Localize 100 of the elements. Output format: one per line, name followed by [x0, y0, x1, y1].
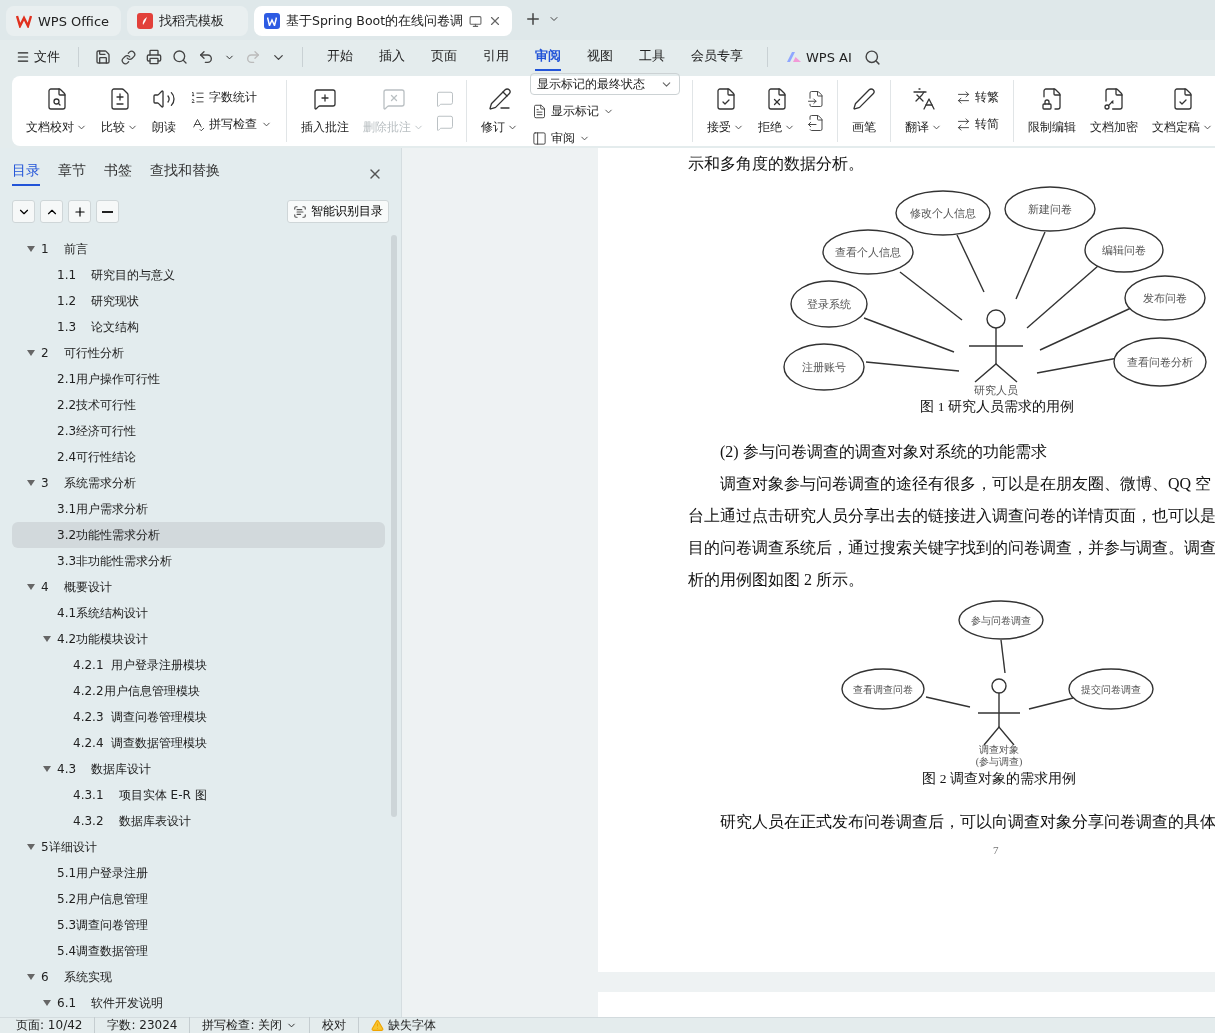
toc-item[interactable]: 3.2功能性需求分析: [12, 522, 385, 548]
ribbon-tab[interactable]: 插入: [379, 43, 405, 71]
print-icon[interactable]: [146, 49, 162, 65]
panel-tab[interactable]: 查找和替换: [150, 162, 220, 186]
toc-item[interactable]: 4.2.4 调查数据管理模块: [12, 730, 385, 756]
monitor-icon[interactable]: [469, 14, 483, 28]
ribbon-button[interactable]: 审阅: [530, 128, 680, 149]
toc-item[interactable]: 4.2.3 调查问卷管理模块: [12, 704, 385, 730]
ribbon-tab[interactable]: 审阅: [535, 43, 561, 71]
toc-item[interactable]: 1.2 研究现状: [12, 288, 385, 314]
ribbon-button[interactable]: 比较: [95, 84, 144, 138]
ribbon-tab[interactable]: 会员专享: [691, 43, 743, 71]
spell-check-status[interactable]: 拼写检查: 关闭: [202, 1017, 311, 1033]
body-text: 析的用例图如图 2 所示。: [688, 570, 864, 590]
toc-item[interactable]: 2.3经济可行性: [12, 418, 385, 444]
expand-triangle-icon[interactable]: [42, 998, 52, 1008]
app-tab[interactable]: 基于Spring Boot的在线问卷调: [254, 6, 513, 36]
toc-item[interactable]: 3.3非功能性需求分析: [12, 548, 385, 574]
expand-triangle-icon[interactable]: [26, 582, 36, 592]
expand-triangle-icon[interactable]: [26, 244, 36, 254]
ribbon-tab[interactable]: 工具: [639, 43, 665, 71]
menu-icon: [16, 50, 30, 64]
toc-item[interactable]: 5.2用户信息管理: [12, 886, 385, 912]
panel-tab[interactable]: 章节: [58, 162, 86, 186]
ribbon-button[interactable]: 限制编辑: [1022, 84, 1082, 138]
panel-tab[interactable]: 书签: [104, 162, 132, 186]
undo-icon[interactable]: [198, 49, 214, 65]
toc-item[interactable]: 4.1系统结构设计: [12, 600, 385, 626]
ribbon-button[interactable]: 文档加密: [1084, 84, 1144, 138]
ribbon-button[interactable]: 朗读: [146, 84, 182, 138]
toc-item[interactable]: 4.2.2用户信息管理模块: [12, 678, 385, 704]
toc-item[interactable]: 3 系统需求分析: [12, 470, 385, 496]
ribbon-button[interactable]: 插入批注: [295, 84, 355, 138]
proofread-status[interactable]: 校对: [322, 1017, 360, 1033]
expand-triangle-icon[interactable]: [42, 634, 52, 644]
actor-label: 研究人员: [974, 384, 1018, 396]
toc-item[interactable]: 2 可行性分析: [12, 340, 385, 366]
expand-triangle-icon[interactable]: [26, 348, 36, 358]
toc-item[interactable]: 2.4可行性结论: [12, 444, 385, 470]
smart-toc-button[interactable]: 智能识别目录: [287, 200, 389, 223]
toc-item[interactable]: 1.1 研究目的与意义: [12, 262, 385, 288]
toc-item[interactable]: 3.1用户需求分析: [12, 496, 385, 522]
app-tab[interactable]: WPS Office: [6, 6, 121, 36]
toc-item[interactable]: 6 系统实现: [12, 964, 385, 990]
figure-caption: 图 2 调查对象的需求用例: [922, 770, 1076, 788]
toc-item[interactable]: 4.3.2 数据库表设计: [12, 808, 385, 834]
toc-item[interactable]: 4.2功能模块设计: [12, 626, 385, 652]
ribbon-tab[interactable]: 页面: [431, 43, 457, 71]
ribbon-button[interactable]: 翻译: [899, 84, 948, 138]
ai-button[interactable]: WPS AI: [784, 47, 854, 67]
use-case: 查看问卷分析: [1113, 337, 1207, 387]
use-case: 参与问卷调查: [958, 600, 1044, 640]
collapse-button[interactable]: [12, 200, 35, 223]
file-menu[interactable]: 文件: [14, 46, 62, 68]
search-icon[interactable]: [863, 48, 881, 66]
toc-item[interactable]: 4 概要设计: [12, 574, 385, 600]
toc-item[interactable]: 1 前言: [12, 236, 385, 262]
toc-item[interactable]: 6.1 软件开发说明: [12, 990, 385, 1016]
ribbon-button[interactable]: 拒绝: [752, 84, 801, 138]
toc-item[interactable]: 4.3.1 项目实体 E-R 图: [12, 782, 385, 808]
ribbon-button[interactable]: 字数统计: [188, 87, 274, 108]
ribbon-button[interactable]: 文档定稿: [1146, 84, 1215, 138]
missing-font-status[interactable]: 缺失字体: [371, 1017, 449, 1033]
add-button[interactable]: [68, 200, 91, 223]
toc-item[interactable]: 4.2.1 用户登录注册模块: [12, 652, 385, 678]
pencil-icon: [487, 86, 512, 111]
toc-item[interactable]: 2.2技术可行性: [12, 392, 385, 418]
expand-triangle-icon[interactable]: [26, 842, 36, 852]
toc-item[interactable]: 5.1用户登录注册: [12, 860, 385, 886]
ribbon-tab[interactable]: 开始: [327, 43, 353, 71]
ribbon-button[interactable]: 拼写检查: [188, 114, 274, 135]
link-icon[interactable]: [121, 49, 136, 65]
expand-triangle-icon[interactable]: [42, 764, 52, 774]
expand-triangle-icon[interactable]: [26, 972, 36, 982]
ribbon-button[interactable]: 画笔: [846, 84, 882, 138]
file-arrow-icon[interactable]: [807, 114, 825, 132]
expand-button[interactable]: [40, 200, 63, 223]
preview-icon[interactable]: [172, 49, 188, 65]
ribbon-button[interactable]: 文档校对: [20, 84, 93, 138]
toc-item[interactable]: 1.3 论文结构: [12, 314, 385, 340]
toc-item[interactable]: 4.3 数据库设计: [12, 756, 385, 782]
expand-triangle-icon[interactable]: [26, 478, 36, 488]
markup-select[interactable]: 显示标记的最终状态: [530, 73, 680, 95]
file-arrow-icon[interactable]: [807, 90, 825, 108]
ribbon-tab[interactable]: 引用: [483, 43, 509, 71]
toc-item[interactable]: 5详细设计: [12, 834, 385, 860]
scan-icon: [293, 204, 307, 219]
ribbon-button[interactable]: 显示标记: [530, 101, 680, 122]
ribbon-button[interactable]: 转简: [954, 114, 1001, 135]
ribbon-button[interactable]: 转繁: [954, 87, 1001, 108]
app-tab[interactable]: 找稻壳模板: [127, 6, 248, 36]
ribbon-button[interactable]: 接受: [701, 84, 750, 138]
save-icon[interactable]: [95, 49, 111, 65]
toc-item[interactable]: 2.1用户操作可行性: [12, 366, 385, 392]
ribbon-tab[interactable]: 视图: [587, 43, 613, 71]
remove-button[interactable]: [96, 200, 119, 223]
ribbon-button[interactable]: 修订: [475, 84, 524, 138]
toc-item[interactable]: 5.4调查数据管理: [12, 938, 385, 964]
panel-tab[interactable]: 目录: [12, 162, 40, 186]
toc-item[interactable]: 5.3调查问卷管理: [12, 912, 385, 938]
